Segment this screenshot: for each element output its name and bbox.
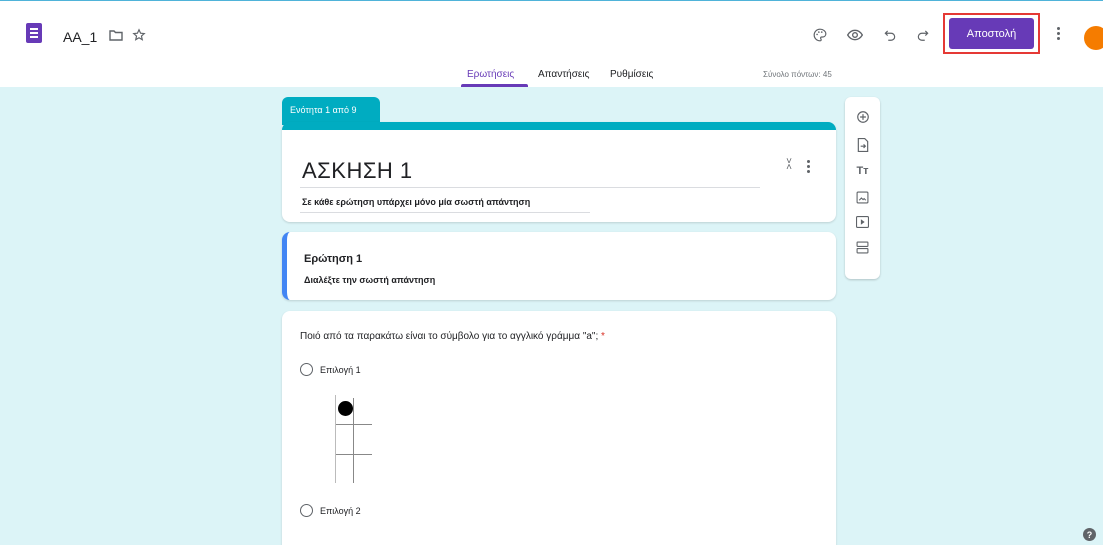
section-title-card[interactable]: ΑΣΚΗΣΗ 1 Σε κάθε ερώτηση υπάρχει μόνο μί… [282, 122, 836, 222]
question-header-description[interactable]: Διαλέξτε την σωστή απάντηση [304, 275, 435, 285]
section-description[interactable]: Σε κάθε ερώτηση υπάρχει μόνο μία σωστή α… [302, 197, 530, 207]
add-video-icon[interactable] [845, 212, 880, 232]
add-title-icon[interactable]: Tт [845, 161, 880, 181]
undo-icon[interactable] [882, 27, 898, 43]
question-header-card[interactable]: Ερώτηση 1 Διαλέξτε την σωστή απάντηση [282, 232, 836, 300]
option-1-image [335, 395, 372, 483]
description-underline [300, 212, 590, 213]
star-icon[interactable] [131, 27, 147, 43]
option-1[interactable]: Επιλογή 1 [300, 363, 361, 376]
option-label: Επιλογή 2 [320, 505, 361, 516]
required-mark: * [601, 331, 605, 342]
side-toolbar: Tт [845, 97, 880, 279]
help-icon[interactable]: ? [1083, 528, 1096, 541]
folder-icon[interactable] [108, 28, 124, 42]
tab-responses[interactable]: Απαντήσεις [538, 69, 589, 80]
forms-app-icon[interactable] [26, 23, 42, 43]
section-more-icon[interactable] [807, 160, 810, 175]
import-questions-icon[interactable] [845, 135, 880, 155]
question-header-title[interactable]: Ερώτηση 1 [304, 253, 362, 265]
form-editor-area: Ενότητα 1 από 9 ΑΣΚΗΣΗ 1 Σε κάθε ερώτηση… [0, 87, 1103, 545]
preview-eye-icon[interactable] [847, 27, 863, 43]
question-card[interactable]: Ποιό από τα παρακάτω είναι το σύμβολο γι… [282, 311, 836, 545]
tab-settings[interactable]: Ρυθμίσεις [610, 69, 653, 80]
more-vert-icon[interactable] [1057, 27, 1060, 42]
tab-questions[interactable]: Ερωτήσεις [467, 69, 514, 80]
document-title[interactable]: AA_1 [63, 29, 97, 45]
avatar[interactable] [1084, 26, 1103, 50]
send-button[interactable]: Αποστολή [949, 18, 1034, 49]
question-text: Ποιό από τα παρακάτω είναι το σύμβολο γι… [300, 331, 605, 342]
redo-icon[interactable] [915, 27, 931, 43]
section-title[interactable]: ΑΣΚΗΣΗ 1 [302, 158, 413, 184]
add-section-icon[interactable] [845, 237, 880, 257]
form-tabs: Ερωτήσεις Απαντήσεις Ρυθμίσεις Σύνολο πό… [0, 66, 1103, 87]
option-label: Επιλογή 1 [320, 364, 361, 375]
question-text-label: Ποιό από τα παρακάτω είναι το σύμβολο γι… [300, 331, 599, 342]
radio-button[interactable] [300, 363, 313, 376]
title-underline [300, 187, 760, 188]
add-image-icon[interactable] [845, 187, 880, 207]
total-points: Σύνολο πόντων: 45 [763, 70, 832, 79]
collapse-section-icon[interactable]: ˅ ˄ [784, 157, 794, 173]
radio-button[interactable] [300, 504, 313, 517]
palette-icon[interactable] [812, 27, 828, 43]
top-bar: AA_1 Αποστολή [0, 0, 1103, 66]
section-indicator: Ενότητα 1 από 9 [282, 97, 380, 125]
option-2[interactable]: Επιλογή 2 [300, 504, 361, 517]
add-question-icon[interactable] [845, 107, 880, 127]
